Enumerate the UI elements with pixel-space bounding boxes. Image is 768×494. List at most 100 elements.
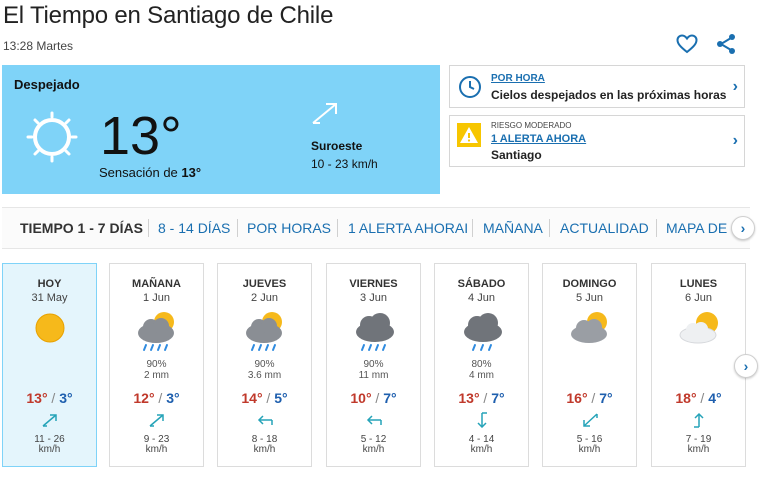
min-temp: 3°: [166, 390, 180, 406]
sun-cloud-rain-icon: [244, 308, 288, 359]
day-temperatures: 13° / 7°: [458, 390, 505, 406]
day-card-jueves[interactable]: JUEVES 2 Jun 90% 3.6 mm 14° / 5° 8 - 18 …: [217, 263, 312, 467]
alert-city: Santiago: [491, 148, 542, 162]
day-temperatures: 18° / 4°: [675, 390, 722, 406]
rain-amount: 4 mm: [469, 370, 494, 381]
cloud-rain-icon: [353, 308, 397, 359]
day-card-sabado[interactable]: SÁBADO 4 Jun 80% 4 mm 13° / 7° 4 - 14 km…: [434, 263, 529, 467]
hourly-summary: Cielos despejados en las próximas horas: [491, 88, 727, 102]
day-name: MAÑANA: [132, 278, 181, 290]
rain-probability: 90%: [146, 359, 167, 370]
day-card-viernes[interactable]: VIERNES 3 Jun 90% 11 mm 10° / 7° 5 - 12 …: [326, 263, 421, 467]
wind-arrow-icon: [365, 412, 383, 433]
max-temp: 13°: [458, 390, 480, 406]
wind-arrow-icon: [473, 412, 491, 433]
day-name: SÁBADO: [457, 278, 506, 290]
alert-link[interactable]: 1 ALERTA AHORA: [491, 133, 586, 145]
tab-8-14-days[interactable]: 8 - 14 DÍAS: [158, 220, 230, 236]
wind-unit: km/h: [362, 444, 385, 455]
wind-arrow-icon: [148, 412, 166, 433]
min-temp: 3°: [59, 390, 73, 406]
day-temperatures: 10° / 7°: [350, 390, 397, 406]
day-card-domingo[interactable]: DOMINGO 5 Jun 16° / 7° 5 - 16 km/h: [542, 263, 637, 467]
wind-arrow-icon: [581, 412, 599, 433]
max-temp: 14°: [241, 390, 263, 406]
feels-like-label: Sensación de: [99, 165, 178, 180]
sun-cloud-icon: [569, 308, 613, 353]
min-temp: 7°: [491, 390, 505, 406]
tabs-scroll-right-button[interactable]: ›: [731, 216, 755, 240]
tab-news[interactable]: ACTUALIDAD: [560, 220, 649, 236]
max-temp: 10°: [350, 390, 372, 406]
wind-unit: km/h: [145, 444, 168, 455]
wind-unit: km/h: [687, 444, 710, 455]
sun-cloud-rain-icon: [136, 308, 180, 359]
wind-arrow-icon: [41, 412, 59, 433]
wind-arrow-icon: [256, 412, 274, 433]
rain-amount: 3.6 mm: [247, 370, 282, 381]
page-title: El Tiempo en Santiago de Chile: [3, 2, 334, 29]
max-temp: 13°: [26, 390, 48, 406]
wind-unit: km/h: [38, 444, 61, 455]
hourly-forecast-card[interactable]: POR HORA Cielos despejados en las próxim…: [449, 65, 745, 108]
alert-card[interactable]: RIESGO MODERADO 1 ALERTA AHORA Santiago …: [449, 115, 745, 167]
chevron-right-icon: ›: [732, 77, 738, 95]
day-date: 3 Jun: [360, 292, 387, 304]
tab-by-hours[interactable]: POR HORAS: [247, 220, 331, 236]
min-temp: 5°: [274, 390, 288, 406]
day-card-lunes[interactable]: LUNES 6 Jun 18° / 4° 7 - 19 km/h: [651, 263, 746, 467]
wind-speed: 10 - 23 km/h: [311, 157, 378, 171]
days-scroll-right-button[interactable]: ›: [734, 354, 758, 378]
day-date: 4 Jun: [468, 292, 495, 304]
wind-arrow-icon: [690, 412, 708, 433]
sun-icon: [30, 308, 70, 353]
tab-divider: [148, 219, 149, 237]
rain-amount: 2 mm: [144, 370, 169, 381]
day-name: VIERNES: [349, 278, 398, 290]
day-temperatures: 14° / 5°: [241, 390, 288, 406]
wind-unit: km/h: [578, 444, 601, 455]
day-name: DOMINGO: [562, 278, 617, 290]
sun-behind-cloud-icon: [678, 308, 722, 353]
page-time: 13:28 Martes: [3, 39, 74, 53]
tab-tomorrow[interactable]: MAÑANA: [483, 220, 543, 236]
heart-icon[interactable]: [675, 32, 699, 56]
day-date: 5 Jun: [576, 292, 603, 304]
tab-alerts[interactable]: 1 ALERTA AHORAI: [348, 220, 468, 236]
tab-divider: [549, 219, 550, 237]
cloud-rain-icon: [461, 308, 505, 359]
min-temp: 4°: [708, 390, 722, 406]
current-condition: Despejado: [14, 77, 80, 92]
tab-1-7-days[interactable]: TIEMPO 1 - 7 DÍAS: [20, 220, 143, 236]
tab-divider: [337, 219, 338, 237]
tab-map[interactable]: MAPA DE: [666, 220, 727, 236]
share-icon[interactable]: [714, 32, 738, 56]
current-conditions-panel: Despejado 13° Sensación de 13° Suroeste …: [2, 65, 440, 194]
chevron-right-icon: ›: [732, 132, 738, 149]
wind-unit: km/h: [253, 444, 276, 455]
rain-amount: 11 mm: [358, 370, 389, 381]
tab-divider: [237, 219, 238, 237]
feels-like-value: 13°: [181, 165, 202, 180]
rain-probability: 90%: [363, 359, 384, 370]
sun-outline-icon: [24, 109, 80, 170]
hourly-link[interactable]: POR HORA: [491, 73, 545, 84]
wind-direction: Suroeste: [311, 139, 363, 153]
wind-unit: km/h: [470, 444, 493, 455]
day-date: 2 Jun: [251, 292, 278, 304]
day-name: JUEVES: [242, 278, 287, 290]
day-date: 6 Jun: [685, 292, 712, 304]
day-temperatures: 13° / 3°: [26, 390, 73, 406]
min-temp: 7°: [599, 390, 613, 406]
warning-icon: [457, 123, 481, 147]
day-temperatures: 12° / 3°: [133, 390, 180, 406]
wind-direction-icon: [310, 100, 340, 131]
day-name: LUNES: [679, 278, 718, 290]
min-temp: 7°: [383, 390, 397, 406]
day-card-today[interactable]: HOY 31 May 13° / 3° 11 - 26 km/h: [2, 263, 97, 467]
day-date: 1 Jun: [143, 292, 170, 304]
day-card-tomorrow[interactable]: MAÑANA 1 Jun 90% 2 mm 12° / 3° 9 - 23 km…: [109, 263, 204, 467]
max-temp: 16°: [566, 390, 588, 406]
forecast-tabs: TIEMPO 1 - 7 DÍAS 8 - 14 DÍAS POR HORAS …: [2, 207, 750, 249]
alert-level: RIESGO MODERADO: [491, 121, 572, 130]
